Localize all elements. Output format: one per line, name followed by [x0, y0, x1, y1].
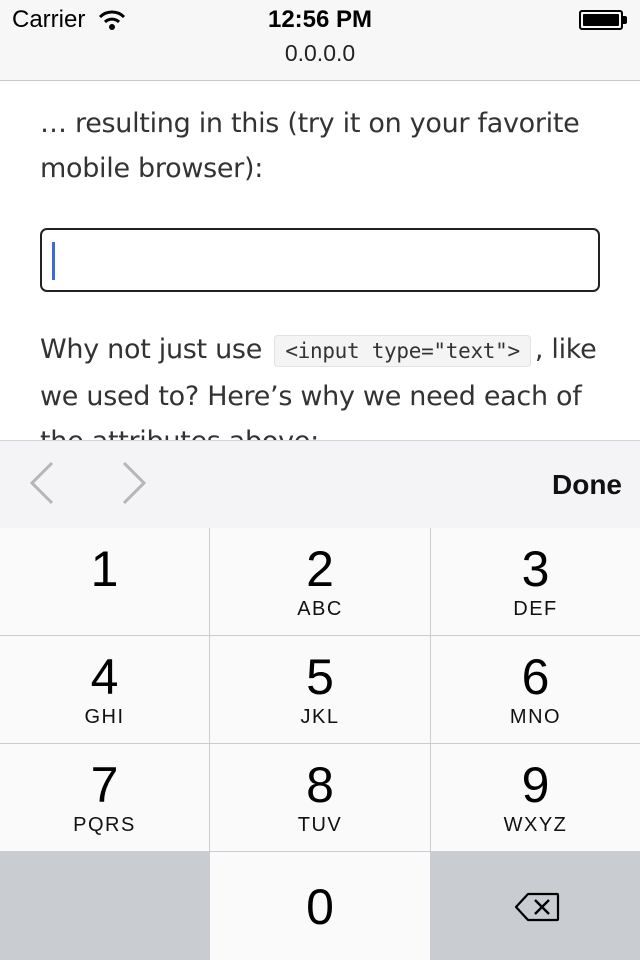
key-digit: 1 — [90, 541, 119, 597]
key-7[interactable]: 7 PQRS — [0, 744, 209, 851]
key-letters: PQRS — [73, 814, 136, 836]
key-letters: DEF — [513, 598, 558, 620]
key-letters: GHI — [84, 706, 125, 728]
key-digit: 2 — [306, 541, 334, 597]
key-6[interactable]: 6 MNO — [431, 636, 640, 743]
key-digit: 9 — [521, 757, 550, 813]
key-9[interactable]: 9 WXYZ — [431, 744, 640, 851]
numeric-keypad: 1 2 ABC 3 DEF 4 GHI 5 JKL 6 MNO 7 PQRS 8… — [0, 528, 640, 960]
key-digit: 6 — [521, 649, 550, 705]
key-4[interactable]: 4 GHI — [0, 636, 209, 743]
key-digit: 5 — [306, 649, 334, 705]
key-2[interactable]: 2 ABC — [210, 528, 430, 635]
key-letters: JKL — [300, 706, 340, 728]
key-digit: 7 — [90, 757, 119, 813]
page-url[interactable]: 0.0.0.0 — [0, 40, 640, 67]
key-digit: 3 — [521, 541, 550, 597]
done-button[interactable]: Done — [552, 469, 622, 501]
explanation-paragraph: Why not just use <input type="text">, li… — [40, 327, 610, 440]
clock-time: 12:56 PM — [267, 6, 373, 33]
code-snippet: <input type="text"> — [274, 335, 531, 367]
chevron-left-icon[interactable] — [28, 459, 58, 507]
status-bar: Carrier 12:56 PM 0.0.0.0 — [0, 0, 640, 81]
chevron-right-icon[interactable] — [118, 459, 148, 507]
blank-key — [0, 852, 209, 960]
battery-icon — [579, 10, 629, 30]
key-digit: 0 — [306, 879, 334, 935]
keyboard-accessory-bar: Done — [0, 440, 640, 529]
key-letters: TUV — [297, 814, 343, 836]
delete-key[interactable] — [431, 852, 640, 960]
explanation-text-before: Why not just use — [40, 334, 263, 365]
backspace-icon — [514, 892, 560, 922]
demo-text-input[interactable] — [40, 228, 600, 292]
key-5[interactable]: 5 JKL — [210, 636, 430, 743]
web-content: … resulting in this (try it on your favo… — [0, 81, 640, 440]
intro-paragraph: … resulting in this (try it on your favo… — [40, 108, 580, 184]
key-3[interactable]: 3 DEF — [431, 528, 640, 635]
key-digit: 4 — [90, 649, 119, 705]
key-digit: 8 — [306, 757, 334, 813]
key-1[interactable]: 1 — [0, 528, 209, 635]
text-caret — [52, 242, 55, 280]
key-8[interactable]: 8 TUV — [210, 744, 430, 851]
key-letters: ABC — [297, 598, 343, 620]
key-letters: WXYZ — [503, 814, 568, 836]
key-0[interactable]: 0 — [210, 852, 430, 960]
key-letters: MNO — [509, 706, 562, 728]
